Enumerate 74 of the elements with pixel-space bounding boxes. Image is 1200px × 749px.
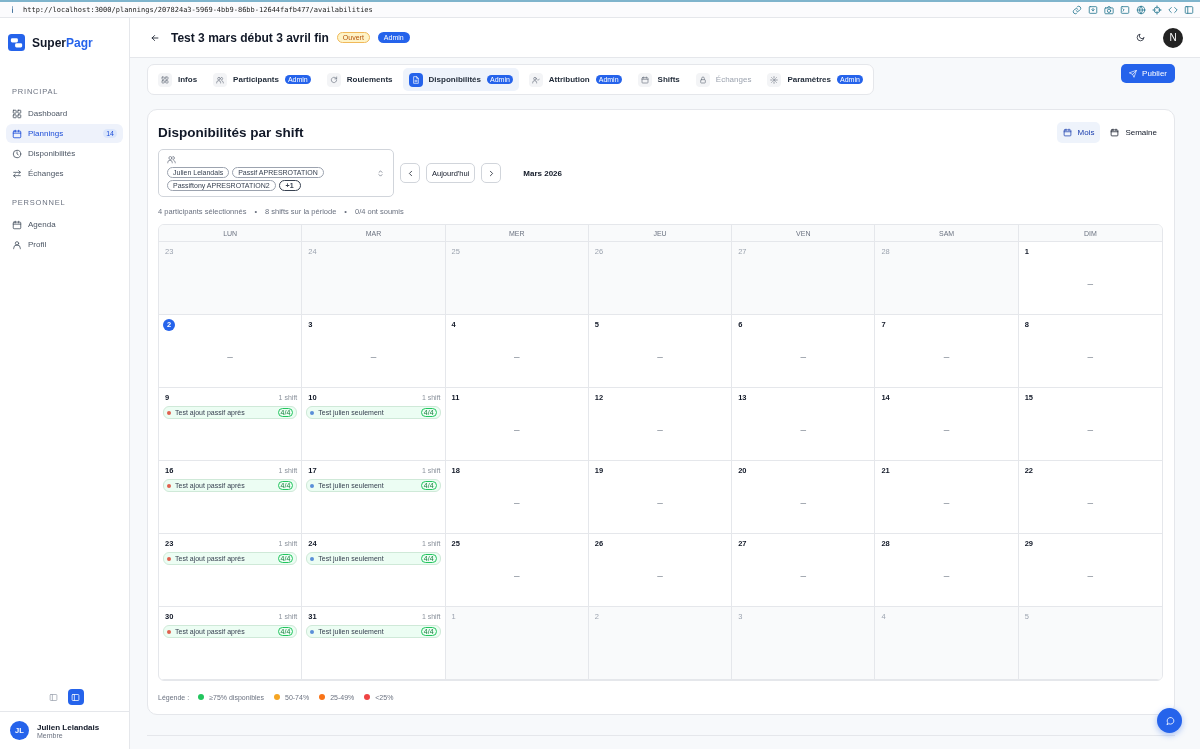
empty-mark: – [942, 497, 951, 508]
empty-mark: – [656, 351, 664, 362]
tab[interactable]: Shifts [631, 68, 686, 91]
empty-mark: – [1086, 570, 1095, 581]
publish-button[interactable]: Publier [1121, 64, 1175, 83]
empty-mark: – [512, 351, 521, 362]
empty-mark: – [656, 497, 664, 508]
calendar-icon [1110, 127, 1120, 137]
user-icon [12, 239, 22, 250]
swap-arrows-icon [12, 168, 22, 179]
crosshair-icon[interactable] [1152, 4, 1162, 15]
grid-icon [161, 75, 169, 84]
document-icon [411, 75, 420, 84]
settings-icon [770, 75, 779, 84]
empty-mark: – [1086, 424, 1095, 435]
layout-toggle[interactable] [67, 689, 84, 705]
empty-mark: – [512, 570, 521, 581]
app-name: SuperPagr [32, 35, 93, 50]
empty-mark: – [799, 424, 808, 435]
empty-mark: – [226, 351, 234, 362]
grid-icon [12, 108, 22, 119]
moon-icon[interactable] [1136, 33, 1145, 42]
empty-mark: – [512, 424, 521, 435]
users-icon [167, 155, 176, 164]
empty-mark: – [656, 424, 664, 435]
page-title: Test 3 mars début 3 avril fin [171, 30, 329, 45]
panel-icon [49, 692, 58, 702]
calendar-icon [1062, 127, 1072, 137]
download-icon[interactable] [1088, 4, 1098, 15]
users-icon [216, 75, 225, 84]
sidebar-item[interactable]: Échanges [6, 164, 123, 183]
sidebar-item[interactable]: Dashboard [6, 104, 123, 123]
send-icon [1129, 69, 1138, 78]
code-icon[interactable] [1168, 4, 1178, 15]
calendar-icon [640, 75, 649, 84]
empty-mark: – [1086, 497, 1095, 508]
empty-mark: – [799, 570, 808, 581]
empty-mark: – [942, 424, 951, 435]
empty-mark: – [1086, 278, 1095, 289]
empty-mark: – [369, 351, 378, 362]
view-toggle[interactable]: Mois [1056, 121, 1101, 143]
globe-icon[interactable] [1136, 4, 1146, 15]
card-title: Disponibilités par shift [158, 124, 304, 140]
chat-icon [1164, 715, 1175, 726]
tab[interactable]: Infos [152, 68, 204, 91]
calendar-icon [12, 219, 22, 230]
refresh-icon [329, 75, 338, 84]
logo-icon [8, 34, 25, 51]
lock-icon [698, 75, 707, 84]
empty-mark: – [799, 351, 808, 362]
tab[interactable]: Roulements [320, 68, 399, 91]
period-label: Mars 2026 [523, 168, 562, 178]
calendar-icon [12, 128, 22, 139]
empty-mark: – [512, 497, 521, 508]
sidebar-item[interactable]: Profil [6, 235, 123, 254]
clock-icon [12, 148, 22, 159]
panel-icon[interactable] [1184, 4, 1194, 15]
empty-mark: – [1086, 351, 1095, 362]
link-icon[interactable] [1072, 4, 1082, 15]
chevron-updown-icon [376, 168, 385, 178]
back-arrow-icon[interactable] [150, 32, 160, 43]
empty-mark: – [656, 570, 664, 581]
view-toggle[interactable]: Semaine [1104, 121, 1163, 143]
empty-mark: – [942, 570, 951, 581]
sidebar-item[interactable]: Agenda [6, 215, 123, 234]
user-name: Julien Lelandais [37, 722, 100, 732]
empty-mark: – [942, 351, 951, 362]
user-avatar[interactable]: N [1163, 27, 1183, 48]
sidebar-item[interactable]: Disponibilités [6, 144, 123, 163]
terminal-icon[interactable] [1120, 4, 1130, 15]
user-check-icon [531, 75, 540, 84]
panel-icon [71, 692, 80, 702]
camera-icon[interactable] [1104, 4, 1114, 15]
empty-mark: – [799, 497, 808, 508]
